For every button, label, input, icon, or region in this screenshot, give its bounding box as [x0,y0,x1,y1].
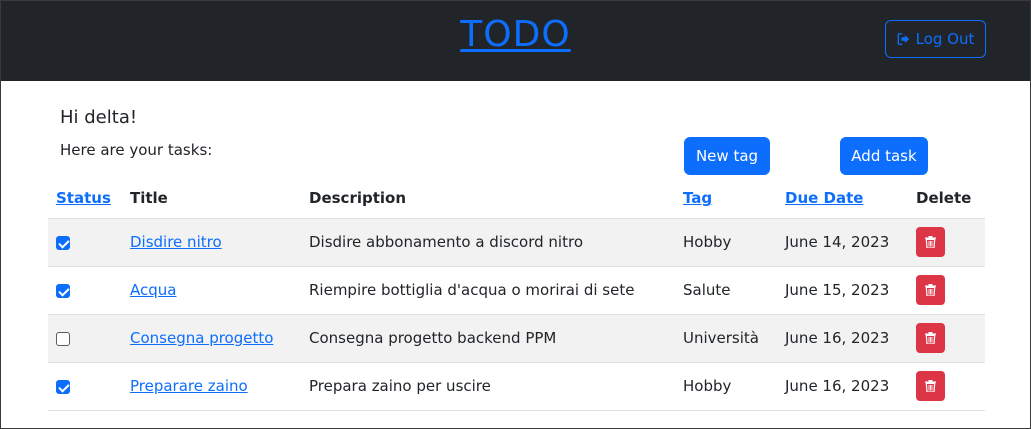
table-row: Acqua Riempire bottiglia d'acqua o morira… [48,266,985,315]
delete-cell [908,218,985,267]
trash-icon [925,380,936,392]
task-title-link[interactable]: Disdire nitro [130,233,222,251]
tag-cell: Salute [675,266,777,315]
task-title-link[interactable]: Acqua [130,281,176,299]
header-tag[interactable]: Tag [675,179,777,219]
due-date-cell: June 16, 2023 [777,314,908,363]
tag-cell: Hobby [675,362,777,411]
add-task-button[interactable]: Add task [840,137,928,175]
table-header-row: Status Title Description Tag Due Date De… [48,179,985,219]
status-cell [48,266,122,315]
sign-out-icon [897,33,909,45]
greeting: Hi delta! [60,107,138,128]
delete-button[interactable] [916,227,945,257]
navbar: TODO Log Out [1,1,1030,81]
title-cell: Acqua [122,266,301,315]
status-checkbox[interactable] [56,379,70,394]
table-row: Preparare zaino Prepara zaino per uscire H… [48,362,985,411]
delete-cell [908,362,985,411]
delete-cell [908,266,985,315]
brand-link[interactable]: TODO [460,14,570,55]
due-date-cell: June 15, 2023 [777,266,908,315]
delete-cell [908,314,985,363]
table-row: Disdire nitro Disdire abbonamento a disco… [48,218,985,267]
sort-due-date-link[interactable]: Due Date [785,189,863,207]
logout-button[interactable]: Log Out [885,20,986,58]
description-cell: Prepara zaino per uscire [301,362,675,411]
delete-button[interactable] [916,275,945,305]
tag-cell: Hobby [675,218,777,267]
sort-tag-link[interactable]: Tag [683,189,712,207]
status-cell [48,362,122,411]
header-description: Description [301,179,675,219]
delete-button[interactable] [916,371,945,401]
tag-cell: Università [675,314,777,363]
subtitle: Here are your tasks: [60,141,213,159]
description-cell: Disdire abbonamento a discord nitro [301,218,675,267]
due-date-cell: June 16, 2023 [777,362,908,411]
status-cell [48,218,122,267]
status-checkbox[interactable] [56,283,70,298]
tasks-table: Status Title Description Tag Due Date De… [48,179,985,411]
due-date-cell: June 14, 2023 [777,218,908,267]
task-title-link[interactable]: Consegna progetto [130,329,273,347]
header-status[interactable]: Status [48,179,122,219]
trash-icon [925,284,936,296]
header-delete: Delete [908,179,985,219]
logout-label: Log Out [915,30,975,48]
sort-status-link[interactable]: Status [56,189,111,207]
status-cell [48,314,122,363]
task-title-link[interactable]: Preparare zaino [130,377,248,395]
trash-icon [925,332,936,344]
title-cell: Consegna progetto [122,314,301,363]
status-checkbox[interactable] [56,331,70,346]
description-cell: Consegna progetto backend PPM [301,314,675,363]
delete-button[interactable] [916,323,945,353]
header-due-date[interactable]: Due Date [777,179,908,219]
title-cell: Disdire nitro [122,218,301,267]
table-row: Consegna progetto Consegna progetto backe… [48,314,985,363]
header-title: Title [122,179,301,219]
new-tag-button[interactable]: New tag [684,137,770,175]
status-checkbox[interactable] [56,235,70,250]
brand: TODO [1,14,1030,55]
title-cell: Preparare zaino [122,362,301,411]
trash-icon [925,236,936,248]
description-cell: Riempire bottiglia d'acqua o morirai di … [301,266,675,315]
